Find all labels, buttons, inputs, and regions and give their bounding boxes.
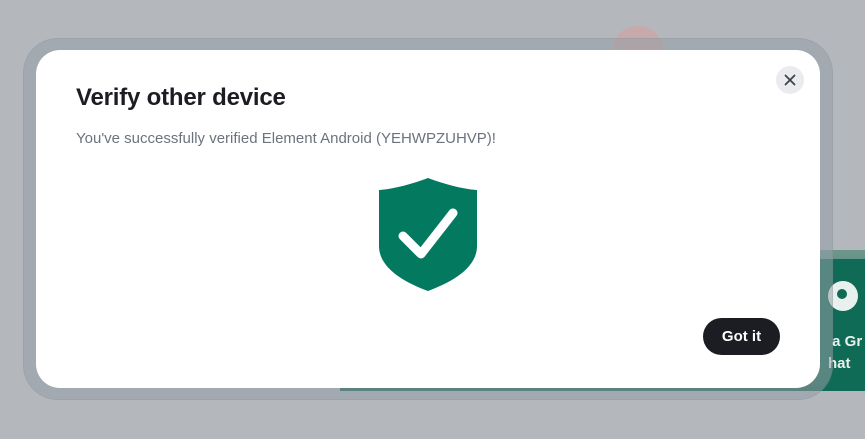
got-it-button[interactable]: Got it (703, 318, 780, 355)
shield-check-icon (379, 178, 477, 291)
verify-device-dialog: Verify other device You've successfully … (36, 50, 820, 388)
close-icon (784, 74, 796, 86)
dialog-title: Verify other device (76, 84, 286, 111)
dialog-message: You've successfully verified Element And… (76, 130, 496, 147)
close-button[interactable] (776, 66, 804, 94)
background-card-text: a Gr hat (828, 333, 863, 372)
background-card-icon (828, 281, 858, 311)
